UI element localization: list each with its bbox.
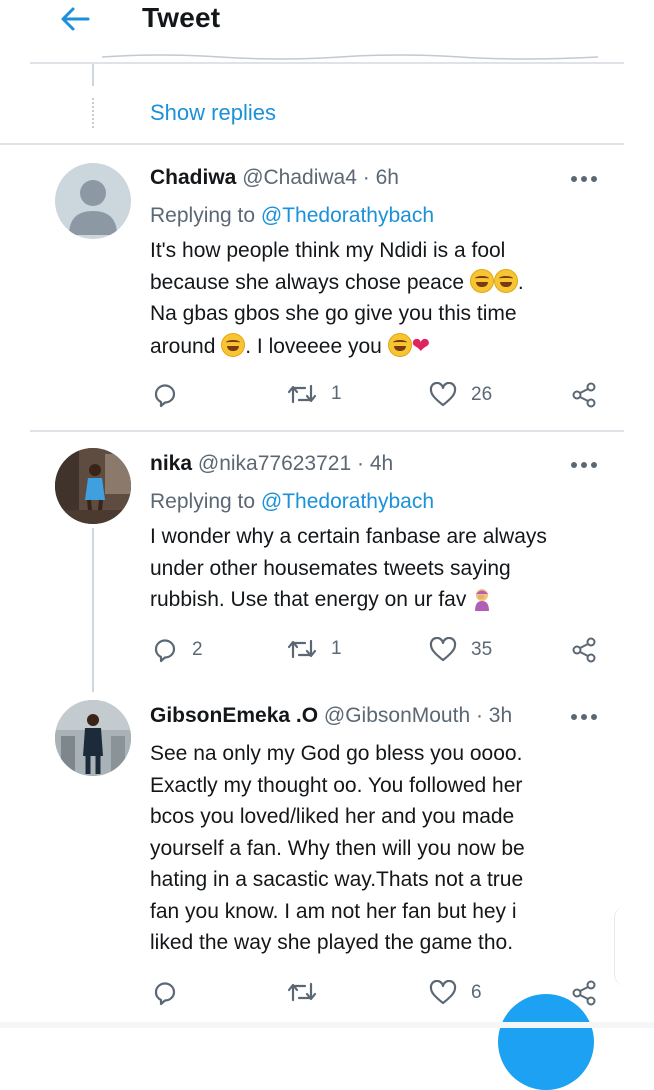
tweet-text: See na only my God go bless you oooo. Ex… xyxy=(150,742,525,954)
replying-to-handle[interactable]: @Thedorathybach xyxy=(261,490,434,513)
page-title: Tweet xyxy=(142,2,221,33)
like-icon xyxy=(429,382,457,407)
share-button[interactable] xyxy=(571,382,597,408)
author-name[interactable]: Chadiwa xyxy=(150,166,236,189)
retweet-button[interactable]: 1 xyxy=(287,637,342,661)
facepalm-emoji-icon xyxy=(475,589,490,611)
retweet-button[interactable]: 1 xyxy=(287,382,342,406)
divider xyxy=(0,143,624,145)
share-icon xyxy=(572,980,596,1006)
avatar[interactable] xyxy=(55,700,131,776)
divider xyxy=(30,62,624,64)
default-avatar-icon xyxy=(69,180,117,235)
replying-to-handle[interactable]: @Thedorathybach xyxy=(261,204,434,227)
like-button[interactable]: 26 xyxy=(429,382,492,408)
thread-line xyxy=(92,64,94,86)
rofl-emoji-icon xyxy=(493,268,518,293)
tweet-header: GibsonEmeka .O @GibsonMouth · 3h xyxy=(150,704,512,728)
timestamp: · 6h xyxy=(362,166,399,189)
reply-icon xyxy=(154,982,176,1006)
tweet-header: nika @nika77623721 · 4h xyxy=(150,452,393,476)
replying-to: Replying to @Thedorathybach xyxy=(150,204,434,227)
timestamp: · 4h xyxy=(357,452,394,475)
like-button[interactable]: 35 xyxy=(429,637,492,663)
more-icon[interactable] xyxy=(570,710,598,724)
reply-button[interactable] xyxy=(152,382,192,408)
red-heart-icon: ❤ xyxy=(411,332,431,358)
retweet-icon xyxy=(287,639,317,659)
share-button[interactable] xyxy=(571,637,597,663)
cropped-text-fragment xyxy=(100,50,600,62)
back-button[interactable] xyxy=(58,4,98,34)
author-name[interactable]: nika xyxy=(150,452,192,475)
share-button[interactable] xyxy=(571,980,597,1006)
avatar[interactable] xyxy=(55,448,131,524)
like-icon xyxy=(429,637,457,662)
author-handle[interactable]: @GibsonMouth xyxy=(324,704,470,727)
tweet-header: Chadiwa @Chadiwa4 · 6h xyxy=(150,166,399,190)
thread-line xyxy=(92,528,94,692)
reply-icon xyxy=(154,384,176,408)
tweet-text: I wonder why a certain fanbase are alway… xyxy=(150,525,547,611)
retweet-icon xyxy=(287,982,317,1002)
share-icon xyxy=(572,637,596,663)
rofl-emoji-icon xyxy=(469,268,494,293)
bottom-edge xyxy=(0,1022,654,1028)
tweet-actions: 2 1 35 xyxy=(0,637,654,667)
like-icon xyxy=(429,980,457,1005)
share-icon xyxy=(572,382,596,408)
more-icon[interactable] xyxy=(570,172,598,186)
author-name[interactable]: GibsonEmeka .O xyxy=(150,704,318,727)
replying-to: Replying to @Thedorathybach xyxy=(150,490,434,513)
more-icon[interactable] xyxy=(570,458,598,472)
timestamp: · 3h xyxy=(475,704,513,727)
tweet-text: It's how people think my Ndidi is a fool… xyxy=(150,239,524,358)
author-handle[interactable]: @Chadiwa4 xyxy=(242,166,357,189)
rofl-emoji-icon xyxy=(387,332,412,357)
reply-icon xyxy=(154,639,176,663)
profile-photo xyxy=(55,448,131,524)
compose-fab[interactable] xyxy=(498,994,594,1090)
divider xyxy=(30,430,624,432)
tweet-actions: 1 26 xyxy=(0,382,654,412)
retweet-icon xyxy=(287,384,317,404)
rofl-emoji-icon xyxy=(221,332,246,357)
avatar[interactable] xyxy=(55,163,131,239)
author-handle[interactable]: @nika77623721 xyxy=(198,452,351,475)
reply-button[interactable]: 2 xyxy=(152,637,203,663)
show-replies-link[interactable]: Show replies xyxy=(150,100,276,126)
scroll-edge xyxy=(614,906,629,986)
back-arrow-icon xyxy=(61,7,90,31)
like-button[interactable]: 6 xyxy=(429,980,482,1006)
reply-button[interactable] xyxy=(152,980,192,1006)
profile-photo xyxy=(55,700,131,776)
thread-dotted-line xyxy=(92,98,96,128)
retweet-button[interactable] xyxy=(287,980,331,1004)
